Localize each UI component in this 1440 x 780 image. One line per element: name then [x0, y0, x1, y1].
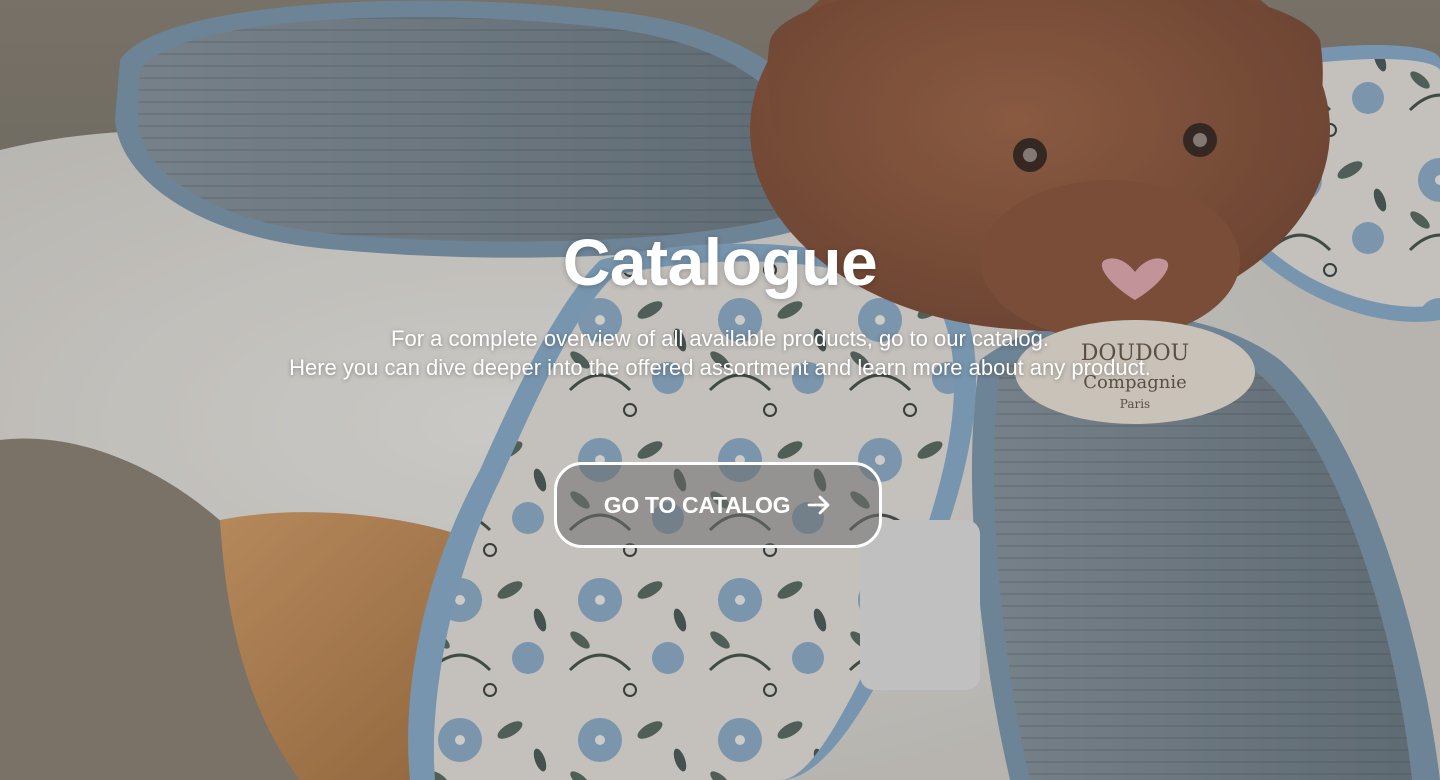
hero-description: For a complete overview of all available… [0, 324, 1440, 382]
hero-title: Catalogue [562, 225, 878, 299]
catalogue-hero: DOUDOU Compagnie Paris Catalogue For a c… [0, 0, 1440, 780]
hero-description-line-2: Here you can dive deeper into the offere… [289, 355, 1151, 380]
hero-description-line-1: For a complete overview of all available… [391, 326, 1049, 351]
hero-content: Catalogue For a complete overview of all… [0, 0, 1440, 780]
go-to-catalog-button[interactable]: GO TO CATALOG [554, 462, 882, 548]
arrow-right-icon [807, 495, 830, 515]
go-to-catalog-label: GO TO CATALOG [603, 491, 791, 518]
